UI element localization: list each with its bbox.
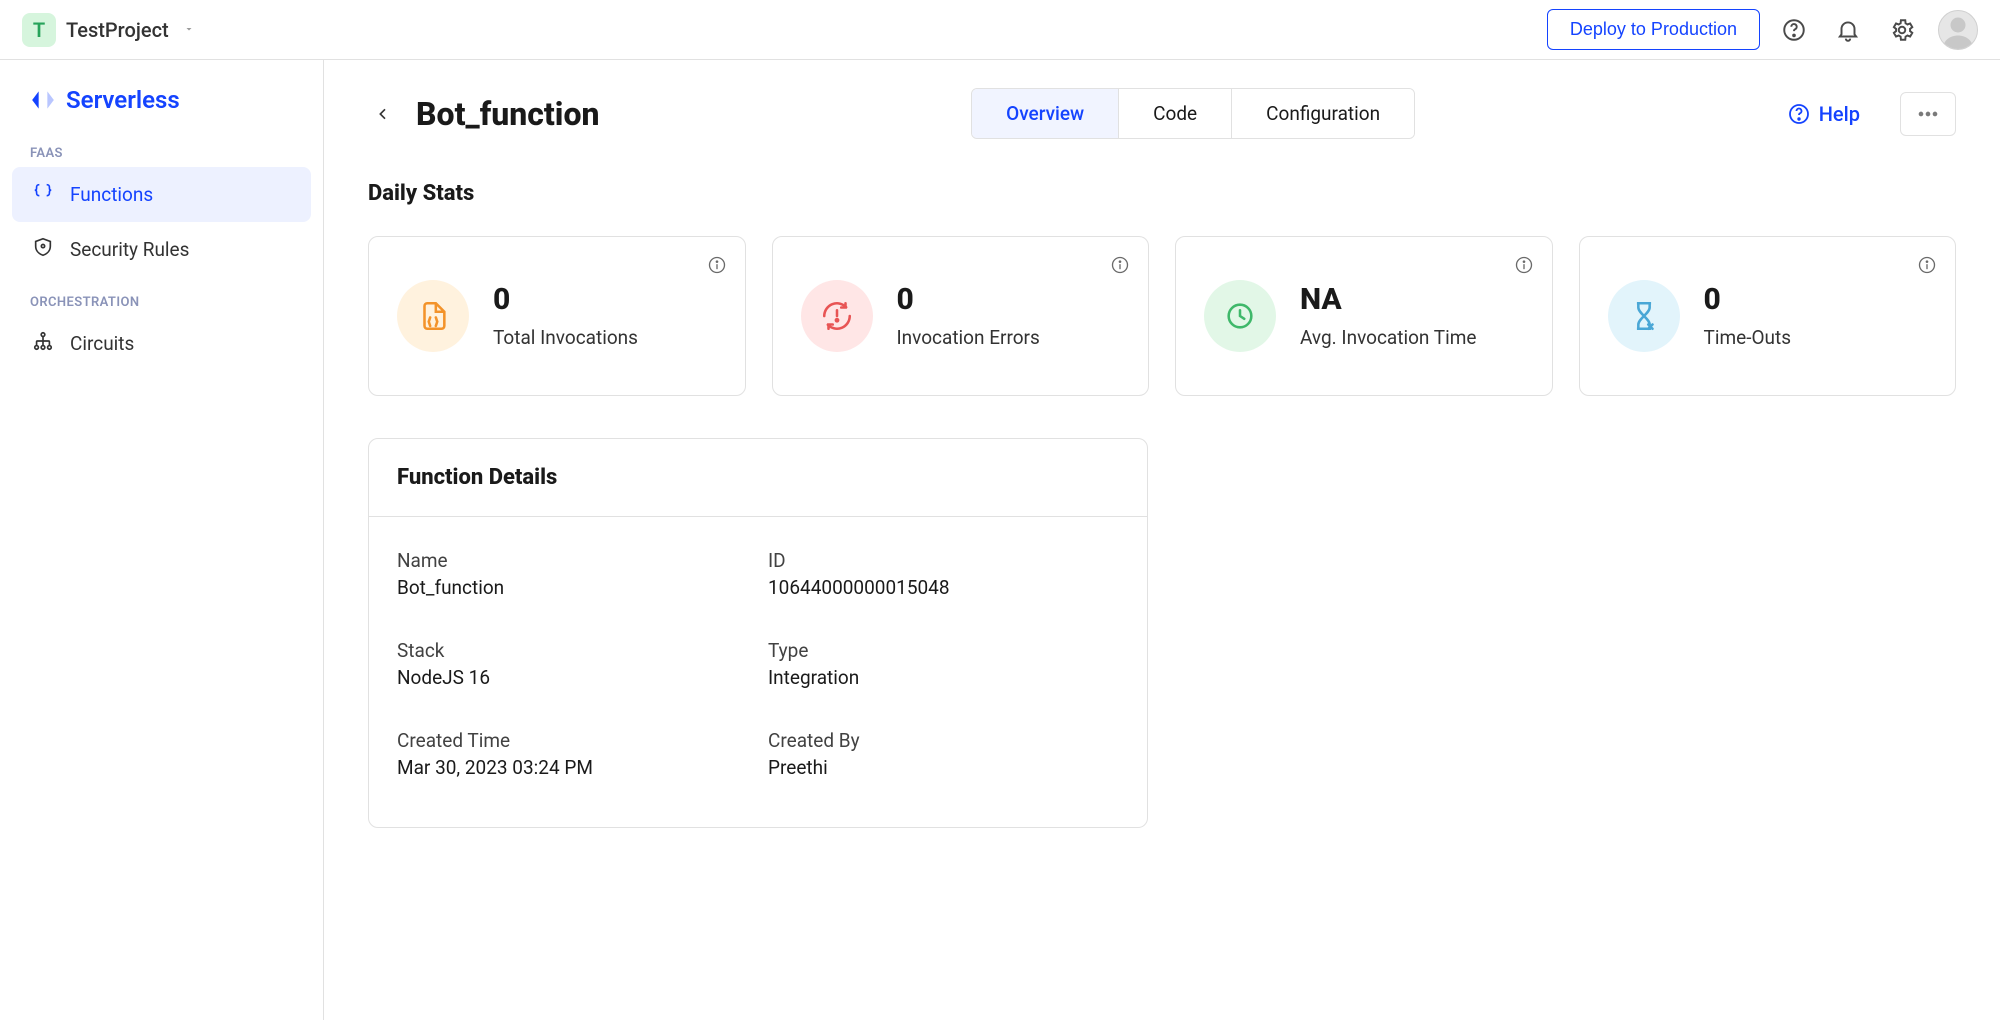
back-button[interactable]	[368, 99, 398, 129]
stat-value: NA	[1300, 283, 1476, 316]
function-details-card: Function Details Name Bot_function ID 10…	[368, 438, 1148, 828]
more-menu-button[interactable]	[1900, 92, 1956, 136]
stat-label: Time-Outs	[1704, 326, 1792, 349]
sidebar-item-label: Circuits	[70, 332, 134, 355]
detail-value: Integration	[768, 666, 1119, 689]
sidebar-section-orchestration: ORCHESTRATION	[0, 277, 323, 316]
stat-card-invocations: 0 Total Invocations	[368, 236, 746, 396]
detail-value: 10644000000015048	[768, 576, 1119, 599]
tab-configuration[interactable]: Configuration	[1232, 89, 1414, 138]
shield-icon	[32, 236, 54, 263]
sidebar-item-label: Security Rules	[70, 238, 189, 261]
detail-value: Preethi	[768, 756, 1119, 779]
detail-created-time: Created Time Mar 30, 2023 03:24 PM	[397, 729, 748, 779]
detail-type: Type Integration	[768, 639, 1119, 689]
stat-value: 0	[897, 283, 1040, 316]
daily-stats-title: Daily Stats	[368, 181, 1956, 206]
errors-icon	[801, 280, 873, 352]
detail-value: Bot_function	[397, 576, 748, 599]
clock-icon	[1204, 280, 1276, 352]
page-header: Bot_function Overview Code Configuration…	[368, 88, 1956, 139]
tab-code[interactable]: Code	[1119, 89, 1232, 138]
chevron-down-icon	[183, 19, 195, 40]
tab-overview[interactable]: Overview	[972, 89, 1119, 138]
stat-value: 0	[493, 283, 638, 316]
serverless-brand[interactable]: Serverless	[0, 86, 323, 128]
detail-label: Type	[768, 639, 1119, 662]
sidebar-item-circuits[interactable]: Circuits	[12, 316, 311, 371]
stat-card-timeouts: 0 Time-Outs	[1579, 236, 1957, 396]
stat-label: Avg. Invocation Time	[1300, 326, 1476, 349]
invocations-icon	[397, 280, 469, 352]
detail-label: Stack	[397, 639, 748, 662]
help-circle-icon	[1787, 102, 1811, 126]
detail-label: Name	[397, 549, 748, 572]
project-name: TestProject	[66, 18, 169, 42]
detail-label: Created Time	[397, 729, 748, 752]
stat-card-errors: 0 Invocation Errors	[772, 236, 1150, 396]
detail-value: NodeJS 16	[397, 666, 748, 689]
detail-name: Name Bot_function	[397, 549, 748, 599]
detail-id: ID 10644000000015048	[768, 549, 1119, 599]
stats-grid: 0 Total Invocations 0 Invocation Errors	[368, 236, 1956, 396]
hourglass-icon	[1608, 280, 1680, 352]
project-avatar: T	[22, 13, 56, 47]
stat-label: Invocation Errors	[897, 326, 1040, 349]
sidebar-item-functions[interactable]: Functions	[12, 167, 311, 222]
dots-horizontal-icon	[1914, 100, 1942, 128]
help-link[interactable]: Help	[1787, 102, 1860, 126]
help-label: Help	[1819, 102, 1860, 126]
main-content: Bot_function Overview Code Configuration…	[324, 60, 2000, 1020]
user-avatar[interactable]	[1938, 10, 1978, 50]
brand-label: Serverless	[66, 86, 180, 114]
info-icon[interactable]	[707, 255, 727, 280]
sidebar-item-label: Functions	[70, 183, 153, 206]
bell-icon[interactable]	[1828, 10, 1868, 50]
stat-card-avg-time: NA Avg. Invocation Time	[1175, 236, 1553, 396]
detail-value: Mar 30, 2023 03:24 PM	[397, 756, 748, 779]
stat-label: Total Invocations	[493, 326, 638, 349]
gear-icon[interactable]	[1882, 10, 1922, 50]
chevron-left-icon	[375, 106, 391, 122]
circuits-icon	[32, 330, 54, 357]
info-icon[interactable]	[1514, 255, 1534, 280]
sidebar-section-faas: FAAS	[0, 128, 323, 167]
detail-stack: Stack NodeJS 16	[397, 639, 748, 689]
info-icon[interactable]	[1917, 255, 1937, 280]
info-icon[interactable]	[1110, 255, 1130, 280]
help-icon[interactable]	[1774, 10, 1814, 50]
detail-label: Created By	[768, 729, 1119, 752]
tab-group: Overview Code Configuration	[971, 88, 1415, 139]
deploy-button[interactable]: Deploy to Production	[1547, 9, 1760, 50]
stat-value: 0	[1704, 283, 1792, 316]
top-bar: T TestProject Deploy to Production	[0, 0, 2000, 60]
function-details-title: Function Details	[369, 439, 1147, 517]
detail-created-by: Created By Preethi	[768, 729, 1119, 779]
page-title: Bot_function	[416, 95, 599, 133]
sidebar: Serverless FAAS Functions Security Rules…	[0, 60, 324, 1020]
braces-icon	[32, 181, 54, 208]
detail-label: ID	[768, 549, 1119, 572]
sidebar-item-security-rules[interactable]: Security Rules	[12, 222, 311, 277]
project-selector[interactable]: T TestProject	[22, 13, 195, 47]
